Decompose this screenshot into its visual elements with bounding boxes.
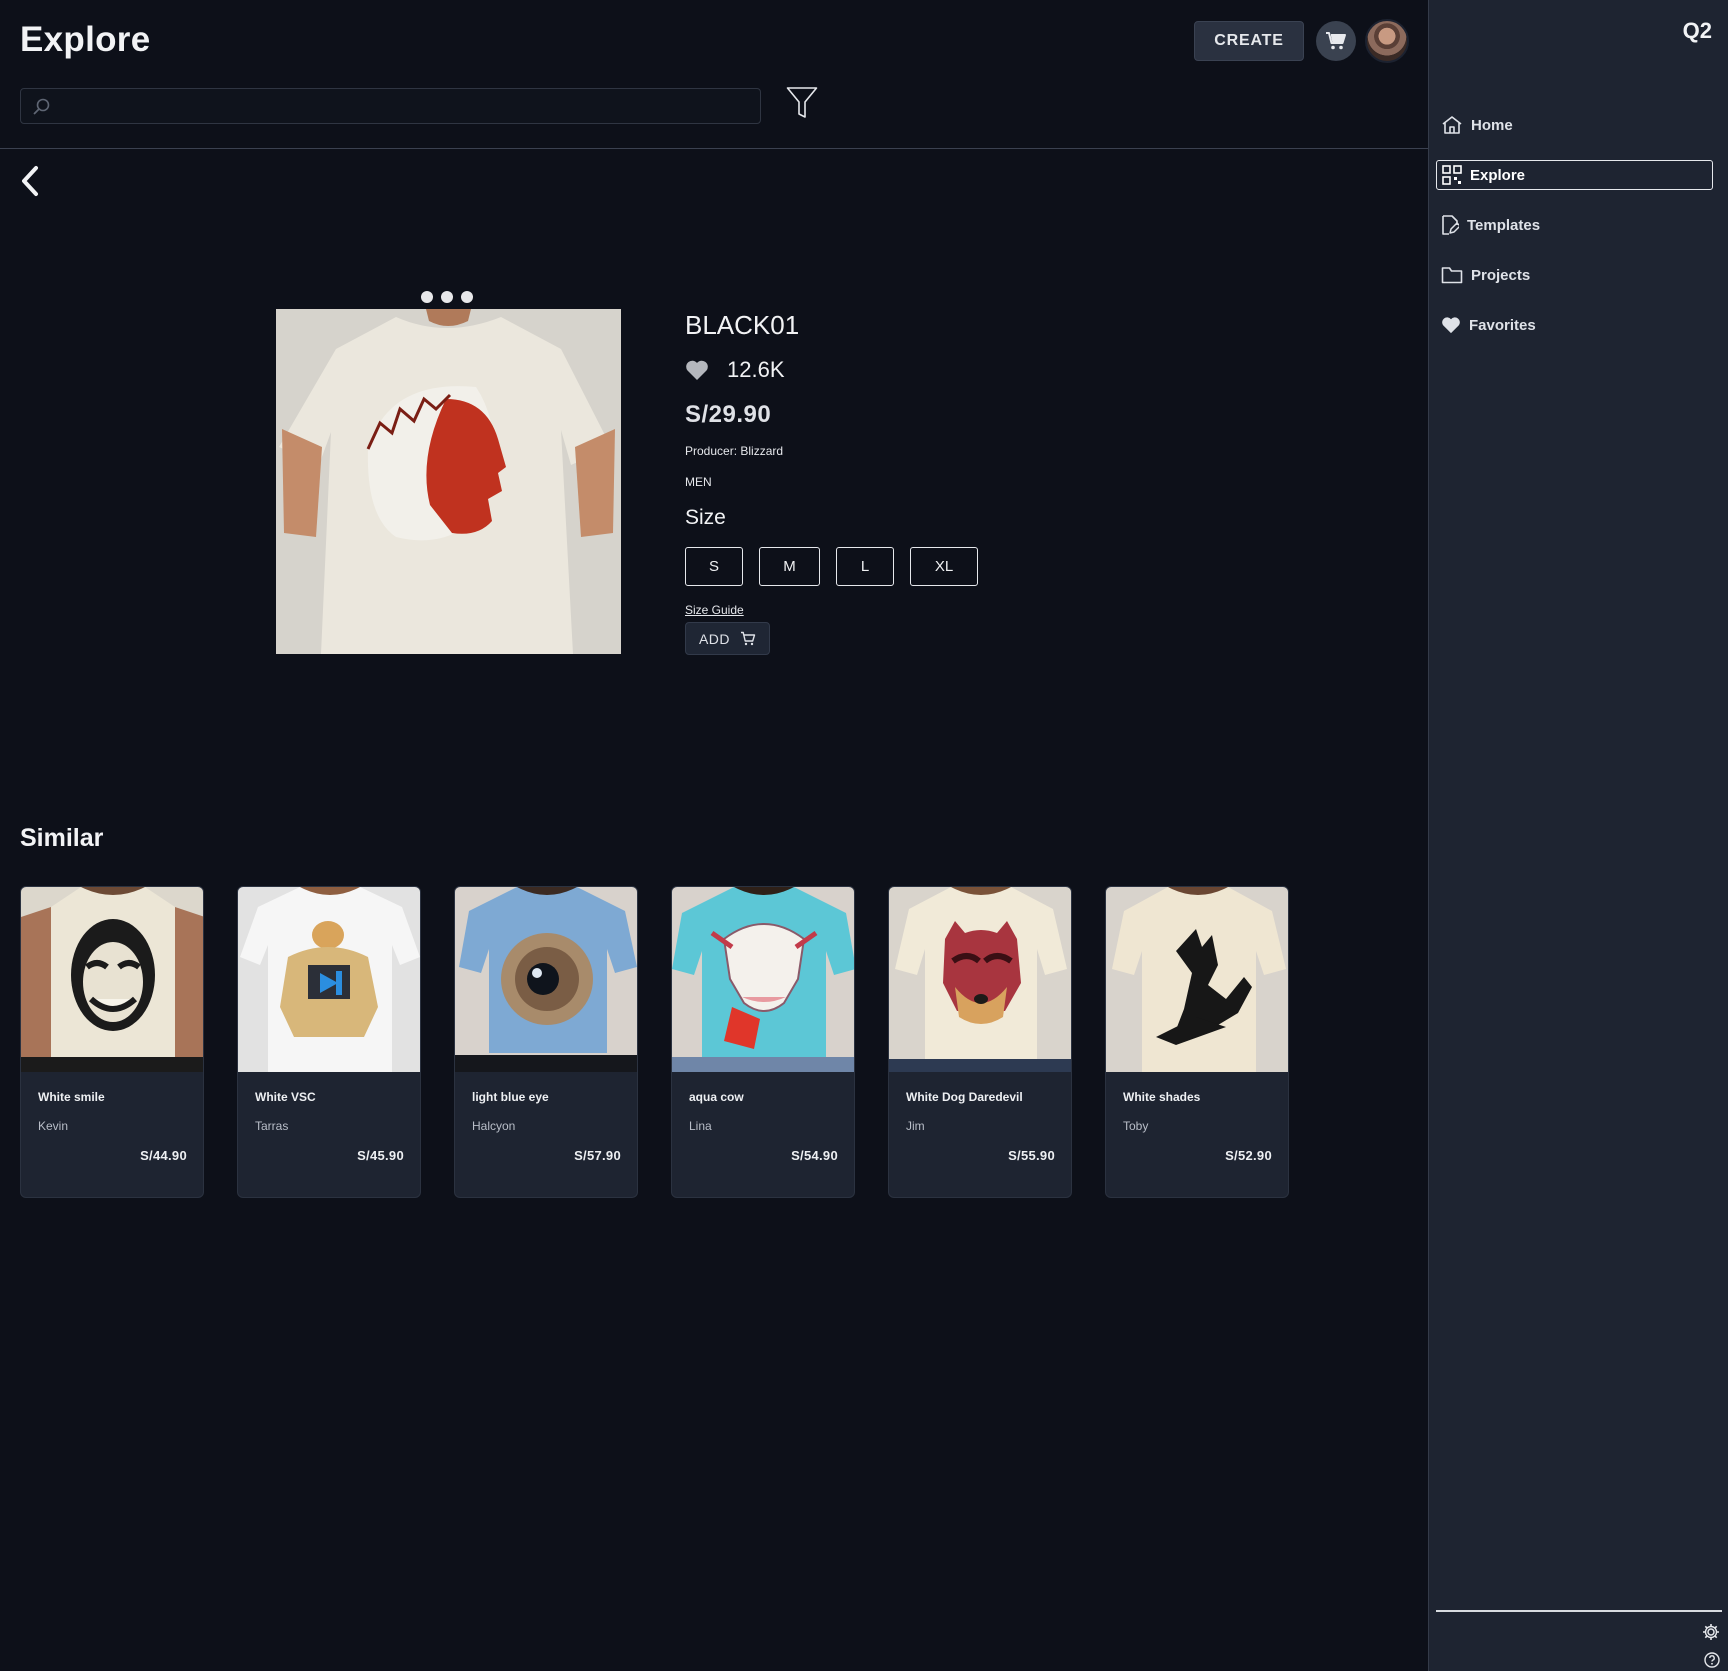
cart-button[interactable] <box>1316 21 1356 61</box>
card-image <box>889 887 1071 1072</box>
create-button[interactable]: CREATE <box>1194 21 1304 61</box>
grid-icon <box>1442 165 1462 185</box>
gear-icon[interactable] <box>1702 1623 1720 1641</box>
help-icon[interactable] <box>1704 1652 1720 1668</box>
size-option-m[interactable]: M <box>759 547 820 586</box>
likes-count: 12.6K <box>727 357 785 382</box>
size-option-xl[interactable]: XL <box>910 547 978 586</box>
card-author: Toby <box>1123 1119 1149 1133</box>
home-icon <box>1442 116 1462 134</box>
size-heading: Size <box>685 506 726 529</box>
card-image <box>21 887 203 1072</box>
product-card[interactable]: White Dog Daredevil Jim S/55.90 <box>888 886 1072 1198</box>
card-price: S/55.90 <box>1008 1148 1055 1163</box>
product-card[interactable]: White smile Kevin S/44.90 <box>20 886 204 1198</box>
card-price: S/44.90 <box>140 1148 187 1163</box>
product-producer: Producer: Blizzard <box>685 444 784 458</box>
card-title: White Dog Daredevil <box>906 1090 1023 1104</box>
add-to-cart-button[interactable]: ADD <box>685 622 770 655</box>
carousel-dot[interactable] <box>421 291 433 303</box>
card-image <box>1106 887 1288 1072</box>
product-gender: MEN <box>685 475 712 489</box>
sidebar-item-label: Projects <box>1471 266 1531 284</box>
product-card[interactable]: White shades Toby S/52.90 <box>1105 886 1289 1198</box>
card-price: S/54.90 <box>791 1148 838 1163</box>
image-carousel-dots[interactable] <box>421 291 473 303</box>
card-title: aqua cow <box>689 1090 744 1104</box>
search-input[interactable] <box>20 88 761 124</box>
card-title: White smile <box>38 1090 105 1104</box>
folder-icon <box>1441 267 1463 284</box>
card-price: S/45.90 <box>357 1148 404 1163</box>
sidebar-item-templates[interactable]: Templates <box>1436 210 1713 240</box>
size-option-s[interactable]: S <box>685 547 743 586</box>
size-selector: S M L XL <box>685 547 978 586</box>
carousel-dot[interactable] <box>441 291 453 303</box>
card-image <box>455 887 637 1072</box>
size-option-l[interactable]: L <box>836 547 894 586</box>
card-image <box>238 887 420 1072</box>
card-author: Kevin <box>38 1119 69 1133</box>
template-icon <box>1442 215 1459 235</box>
product-card[interactable]: White VSC Tarras S/45.90 <box>237 886 421 1198</box>
product-likes: 12.6K <box>685 357 785 383</box>
avatar[interactable] <box>1365 19 1409 63</box>
card-author: Halcyon <box>472 1119 516 1133</box>
card-title: light blue eye <box>472 1090 549 1104</box>
sidebar-divider <box>1436 1610 1722 1612</box>
sidebar-item-projects[interactable]: Projects <box>1436 260 1713 290</box>
sidebar-item-favorites[interactable]: Favorites <box>1436 310 1713 340</box>
carousel-dot[interactable] <box>461 291 473 303</box>
sidebar-item-label: Favorites <box>1469 316 1536 334</box>
product-card[interactable]: light blue eye Halcyon S/57.90 <box>454 886 638 1198</box>
brand-logo[interactable]: Q2 <box>1683 18 1712 44</box>
sidebar-item-label: Explore <box>1470 166 1526 184</box>
card-title: White VSC <box>255 1090 316 1104</box>
card-author: Jim <box>906 1119 925 1133</box>
product-name: BLACK01 <box>685 310 800 340</box>
cart-icon <box>1326 32 1346 50</box>
card-title: White shades <box>1123 1090 1201 1104</box>
card-price: S/57.90 <box>574 1148 621 1163</box>
sidebar-item-label: Templates <box>1467 216 1541 234</box>
card-image <box>672 887 854 1072</box>
sidebar-item-label: Home <box>1471 116 1513 134</box>
card-price: S/52.90 <box>1225 1148 1272 1163</box>
search-icon <box>33 98 50 115</box>
similar-list: White smile Kevin S/44.90 White VSC Tarr <box>20 886 1289 1198</box>
page-title: Explore <box>20 20 151 59</box>
product-image <box>276 309 621 654</box>
back-arrow-icon[interactable] <box>18 164 44 198</box>
product-card[interactable]: aqua cow Lina S/54.90 <box>671 886 855 1198</box>
card-author: Lina <box>689 1119 712 1133</box>
heart-icon[interactable] <box>685 359 709 381</box>
similar-heading: Similar <box>20 824 104 852</box>
heart-icon <box>1442 317 1460 334</box>
card-author: Tarras <box>255 1119 289 1133</box>
sidebar-item-explore[interactable]: Explore <box>1436 160 1713 190</box>
size-guide-link[interactable]: Size Guide <box>685 603 744 617</box>
filter-icon[interactable] <box>786 86 818 120</box>
sidebar-item-home[interactable]: Home <box>1436 110 1713 140</box>
main-content: Explore CREATE BLACK01 12.6K S/29.90 Pro… <box>0 0 1428 1671</box>
cart-icon <box>741 631 756 646</box>
header-divider <box>0 148 1428 149</box>
product-price: S/29.90 <box>685 401 772 428</box>
sidebar: Q2 Home Explore Templates Projects Favor… <box>1428 0 1728 1671</box>
add-label: ADD <box>698 630 731 647</box>
